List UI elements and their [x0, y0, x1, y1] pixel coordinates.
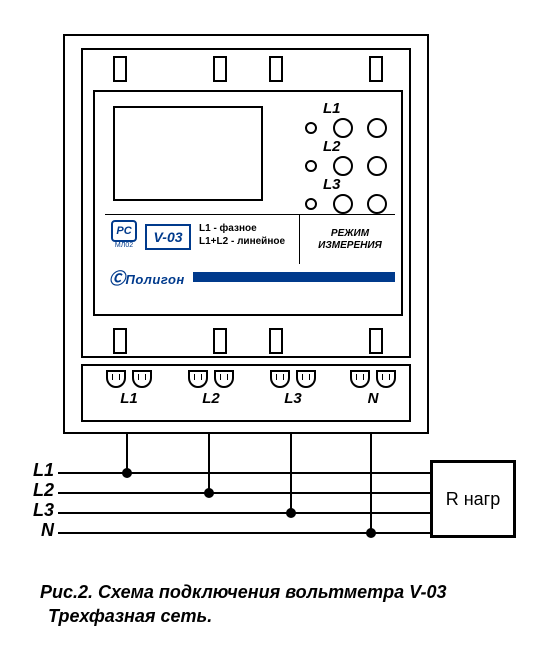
terminal-l2: L2 — [181, 370, 241, 407]
brand-logo: ⒸПолигон — [109, 265, 185, 289]
terminal-l3: L3 — [263, 370, 323, 407]
caption-line1: Рис.2. Схема подключения вольтметра V-03 — [40, 580, 510, 604]
bus-label-l1: L1 — [24, 460, 54, 481]
device-face-panel: L1 L2 L3 PC МЛ02 V-03 — [81, 48, 411, 358]
drop-wire-l3 — [290, 434, 292, 514]
certification-mark: PC МЛ02 — [109, 220, 139, 249]
terminal-strip: L1 L2 L3 N — [81, 364, 411, 422]
bus-label-n: N — [24, 520, 54, 541]
node-l3 — [286, 508, 296, 518]
node-n — [366, 528, 376, 538]
mounting-notch — [213, 56, 227, 82]
bus-label-l3: L3 — [24, 500, 54, 521]
voltmeter-device: L1 L2 L3 PC МЛ02 V-03 — [63, 34, 429, 434]
drop-wire-n — [370, 434, 372, 534]
indicator-led-small — [305, 160, 317, 172]
face-divider-h — [105, 214, 395, 215]
node-l2 — [204, 488, 214, 498]
mode-line1: РЕЖИМ — [309, 228, 391, 240]
legend-line1: L1 - фазное — [199, 222, 285, 235]
caption-line2: Трехфазная сеть. — [40, 604, 510, 628]
mounting-notch — [269, 328, 283, 354]
node-l1 — [122, 468, 132, 478]
mounting-notch — [369, 56, 383, 82]
legend-line2: L1+L2 - линейное — [199, 235, 285, 248]
bus-wire-l1 — [58, 472, 430, 474]
model-badge: V-03 — [145, 224, 191, 250]
brand-bar — [193, 272, 395, 282]
mounting-notch — [269, 56, 283, 82]
terminal-l1: L1 — [99, 370, 159, 407]
indicator-led-big — [367, 118, 387, 138]
screw-icon — [376, 370, 396, 388]
load-resistor-box: R нагр — [430, 460, 516, 538]
mounting-notch — [113, 56, 127, 82]
indicator-led-small — [305, 198, 317, 210]
cert-sub: МЛ02 — [109, 242, 139, 249]
mounting-notch — [369, 328, 383, 354]
face-divider-v — [299, 214, 300, 264]
indicator-led-big — [367, 156, 387, 176]
screw-icon — [270, 370, 290, 388]
terminal-label: L2 — [181, 390, 241, 407]
terminal-n: N — [343, 370, 403, 407]
bus-label-l2: L2 — [24, 480, 54, 501]
indicator-led-big — [333, 194, 353, 214]
drop-wire-l2 — [208, 434, 210, 494]
indicator-led-small — [305, 122, 317, 134]
terminal-label: L1 — [99, 390, 159, 407]
screw-icon — [350, 370, 370, 388]
screw-icon — [214, 370, 234, 388]
cert-pc-icon: PC — [111, 220, 137, 242]
mounting-notch — [213, 328, 227, 354]
indicator-led-big — [333, 156, 353, 176]
screw-icon — [132, 370, 152, 388]
screw-icon — [296, 370, 316, 388]
mode-label: РЕЖИМ ИЗМЕРЕНИЯ — [309, 222, 391, 258]
bus-wire-l3 — [58, 512, 430, 514]
screw-icon — [188, 370, 208, 388]
indicator-label-l2: L2 — [323, 138, 341, 155]
bus-wire-l2 — [58, 492, 430, 494]
indicator-label-l1: L1 — [323, 100, 341, 117]
device-face: L1 L2 L3 PC МЛ02 V-03 — [93, 90, 403, 316]
mode-line2: ИЗМЕРЕНИЯ — [309, 240, 391, 252]
indicator-led-big — [333, 118, 353, 138]
screw-icon — [106, 370, 126, 388]
indicator-label-l3: L3 — [323, 176, 341, 193]
terminal-label: L3 — [263, 390, 323, 407]
figure-caption: Рис.2. Схема подключения вольтметра V-03… — [40, 580, 510, 628]
display-screen — [113, 106, 263, 201]
terminal-label: N — [343, 390, 403, 407]
legend-text: L1 - фазное L1+L2 - линейное — [199, 222, 285, 248]
brand-row: ⒸПолигон — [105, 268, 395, 286]
mounting-notch — [113, 328, 127, 354]
load-label: R нагр — [446, 489, 501, 510]
indicator-led-big — [367, 194, 387, 214]
